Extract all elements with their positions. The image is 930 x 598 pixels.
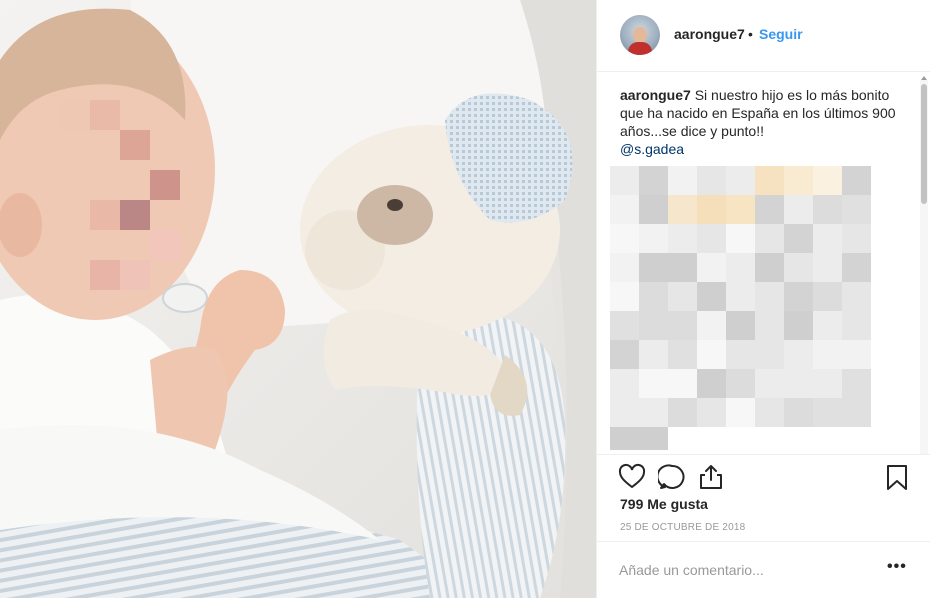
separator-dot: • (748, 26, 753, 42)
scrollbar[interactable] (920, 76, 928, 454)
post-caption: aarongue7 Si nuestro hijo es lo más boni… (620, 86, 900, 158)
heart-icon[interactable] (618, 463, 646, 491)
follow-button[interactable]: Seguir (759, 26, 803, 42)
share-icon[interactable] (697, 463, 725, 491)
baby-with-plush-image (0, 0, 596, 598)
avatar[interactable] (620, 15, 660, 55)
caption-username[interactable]: aarongue7 (620, 87, 691, 103)
comment-icon[interactable] (658, 463, 686, 491)
post-photo[interactable] (0, 0, 596, 598)
more-options-button[interactable]: ••• (887, 558, 907, 576)
post-side-panel: aarongue7 • Seguir aarongue7 Si nuestro … (596, 0, 930, 598)
scroll-up-icon[interactable] (921, 76, 927, 80)
post-header: aarongue7 • Seguir (597, 0, 930, 72)
action-bar (597, 454, 930, 498)
scrollbar-thumb[interactable] (921, 84, 927, 204)
header-username[interactable]: aarongue7 (674, 26, 745, 42)
bookmark-icon[interactable] (883, 463, 911, 491)
comment-input[interactable] (619, 560, 869, 580)
comment-form: ••• (597, 541, 930, 598)
likes-count[interactable]: 799 Me gusta (620, 496, 708, 512)
avatar-shirt (628, 42, 652, 55)
post-date: 25 DE OCTUBRE DE 2018 (620, 522, 746, 533)
comments-area[interactable]: aarongue7 Si nuestro hijo es lo más boni… (597, 72, 930, 454)
caption-mention[interactable]: @s.gadea (620, 140, 900, 158)
avatar-face (633, 27, 647, 43)
pixelated-content (610, 166, 872, 450)
